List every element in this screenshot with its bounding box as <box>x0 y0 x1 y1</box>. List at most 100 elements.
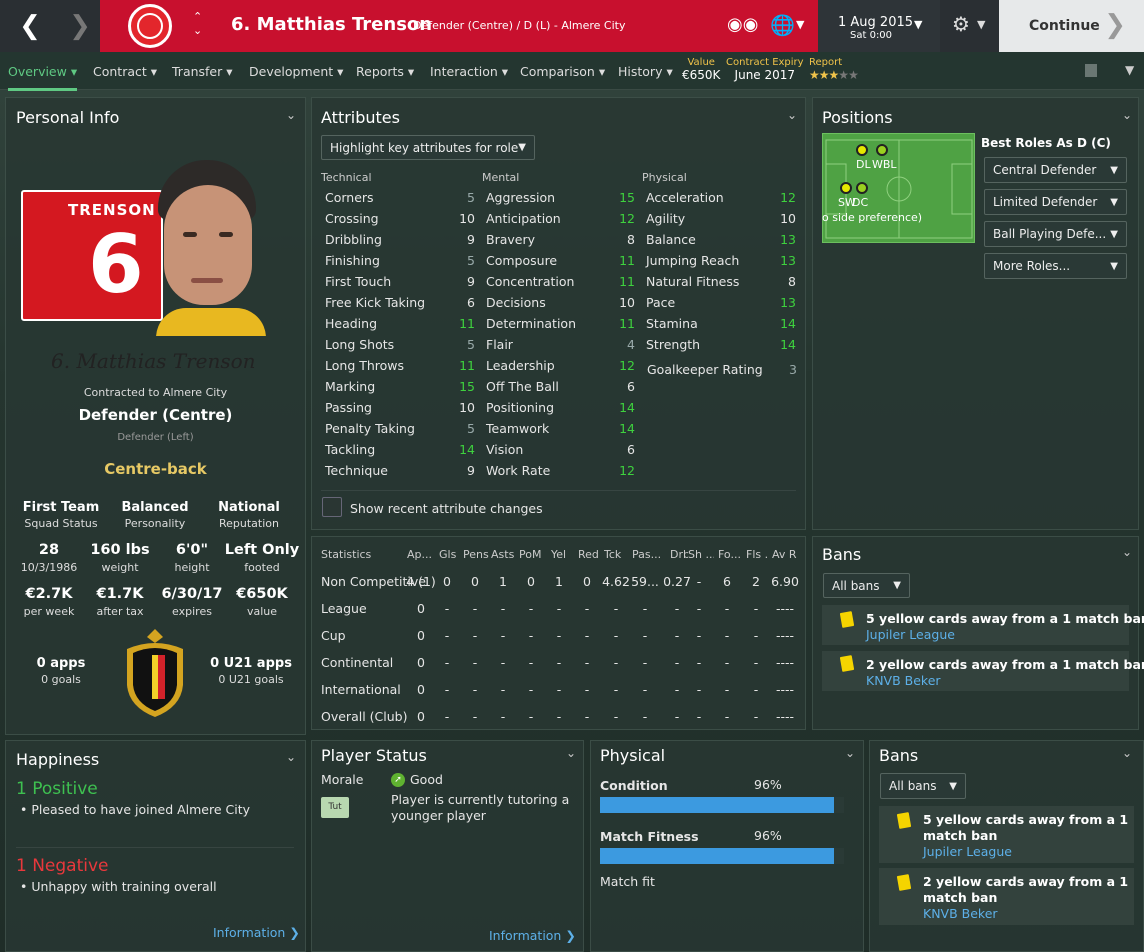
forward-icon[interactable]: ❯ <box>55 0 105 52</box>
negative-item-text: Unhappy with training overall <box>31 879 217 894</box>
yellow-card-icon <box>839 611 855 628</box>
ban-competition-link[interactable]: KNVB Beker <box>923 906 998 921</box>
report-label: Report <box>809 57 843 68</box>
chevron-down-icon[interactable]: ▼ <box>796 18 804 31</box>
club-crest-icon[interactable] <box>128 4 172 48</box>
attribute-name: Natural Fitness <box>646 274 740 289</box>
stat-header: Av R <box>772 548 797 561</box>
bans-filter-dropdown[interactable]: All bans ▼ <box>880 773 966 799</box>
attribute-name: Balance <box>646 232 696 247</box>
back-icon[interactable]: ❮ <box>5 0 55 52</box>
attribute-value: 4 <box>627 337 635 352</box>
stat-cell: 6 <box>723 574 731 589</box>
attribute-name: Flair <box>486 337 513 352</box>
position-dot-dc <box>856 182 868 194</box>
globe-icon[interactable]: 🌐 <box>770 13 795 37</box>
tab-comparison[interactable]: Comparison ▾ <box>520 64 605 79</box>
attribute-value: 11 <box>459 358 475 373</box>
binoculars-icon[interactable]: ◉◉ <box>727 14 758 35</box>
role-dropdown[interactable]: Limited Defender ▼ <box>984 189 1127 215</box>
player-face-image <box>146 160 270 336</box>
chevron-down-icon[interactable]: ⌄ <box>286 750 296 764</box>
role-dropdown[interactable]: Central Defender ▼ <box>984 157 1127 183</box>
chevron-down-icon[interactable]: ⌄ <box>286 108 296 122</box>
tab-reports[interactable]: Reports ▾ <box>356 64 414 79</box>
stat-row-label: Continental <box>321 655 394 670</box>
current-date: 1 Aug 2015 <box>838 15 914 30</box>
tab-transfer[interactable]: Transfer ▾ <box>172 64 233 79</box>
stat-cell: - <box>613 655 619 670</box>
panel-title: Player Status <box>321 746 427 765</box>
attribute-value: 15 <box>619 190 635 205</box>
report-info[interactable]: Report ★★★★★ <box>809 57 859 82</box>
attribute-name: Dribbling <box>325 232 382 247</box>
stat-header: Pens <box>463 548 489 561</box>
stat-header: Drb <box>670 548 688 561</box>
attribute-name: Pace <box>646 295 676 310</box>
highlight-attributes-dropdown[interactable]: Highlight key attributes for role ▼ <box>321 135 535 160</box>
panel-title: Physical <box>600 746 666 765</box>
stat-cell: - <box>642 628 648 643</box>
attribute-name: Teamwork <box>486 421 550 436</box>
chevron-down-icon[interactable]: ▼ <box>1125 63 1134 77</box>
attribute-value: 6 <box>627 379 635 394</box>
chevron-down-icon[interactable]: ⌄ <box>566 746 576 760</box>
gear-icon[interactable]: ⚙ <box>952 12 970 36</box>
ban-competition-link[interactable]: Jupiler League <box>923 844 1012 859</box>
ban-competition-link[interactable]: Jupiler League <box>866 627 955 642</box>
tab-contract[interactable]: Contract ▾ <box>93 64 157 79</box>
position-label-wbl: WBL <box>872 158 897 171</box>
stat-value: €650K <box>236 586 288 602</box>
status-information-link[interactable]: Information ❯ <box>489 928 576 943</box>
stat-label: 0 goals <box>41 673 81 686</box>
tab-overview[interactable]: Overview ▾ <box>8 64 78 91</box>
chevron-down-icon[interactable]: ⌄ <box>1122 545 1132 559</box>
chevron-down-icon[interactable]: ⌄ <box>787 108 797 122</box>
stat-cell: 6.90 <box>771 574 799 589</box>
stat-cell: - <box>724 682 730 697</box>
continue-button[interactable]: Continue ❯ <box>999 0 1144 52</box>
chevron-down-icon[interactable]: ▼ <box>914 18 922 31</box>
tab-development[interactable]: Development ▾ <box>249 64 343 79</box>
position-label-dl: DL <box>856 158 871 171</box>
ban-competition-link[interactable]: KNVB Beker <box>866 673 941 688</box>
ban-text: 2 yellow cards away from a 1 match ban <box>866 657 1144 672</box>
attribute-name: Long Shots <box>325 337 395 352</box>
attribute-name: Technique <box>325 463 388 478</box>
role-label: More Roles... <box>993 259 1071 273</box>
attribute-name: Tackling <box>325 442 376 457</box>
bans-filter-dropdown[interactable]: All bans ▼ <box>823 573 910 598</box>
show-changes-checkbox[interactable] <box>322 497 342 517</box>
tab-label: Contract <box>93 64 147 79</box>
attribute-name: Heading <box>325 316 378 331</box>
chevron-down-icon[interactable]: ▼ <box>977 18 985 31</box>
attribute-value: 6 <box>467 295 475 310</box>
stat-cell: - <box>724 655 730 670</box>
dropdown-label: All bans <box>889 779 937 793</box>
stat-row-label: Cup <box>321 628 346 643</box>
more-roles-dropdown[interactable]: More Roles... ▼ <box>984 253 1127 279</box>
gk-rating-value: 3 <box>789 362 797 377</box>
attribute-value: 10 <box>459 211 475 226</box>
stat-cell: - <box>642 601 648 616</box>
notes-icon[interactable] <box>1085 64 1097 77</box>
attribute-name: Jumping Reach <box>646 253 740 268</box>
dropdown-label: All bans <box>832 578 880 593</box>
attribute-value: 8 <box>788 274 796 289</box>
attribute-value: 14 <box>780 337 796 352</box>
fitness-bar-track <box>600 848 844 864</box>
tab-history[interactable]: History ▾ <box>618 64 673 79</box>
stat-header: Pas... <box>632 548 662 561</box>
role-dropdown[interactable]: Ball Playing Defe... ▼ <box>984 221 1127 247</box>
stat-header: Fls ... <box>746 548 768 561</box>
chevron-down-icon[interactable]: ⌄ <box>845 746 855 760</box>
happiness-information-link[interactable]: Information ❯ <box>213 925 300 940</box>
divider <box>16 847 294 848</box>
condition-label: Condition <box>600 778 668 793</box>
chevron-down-icon[interactable]: ⌄ <box>1122 746 1132 760</box>
stat-cell: - <box>613 682 619 697</box>
prev-next-player-icon[interactable]: ⌃ ⌄ <box>193 10 202 38</box>
chevron-down-icon[interactable]: ⌄ <box>1122 108 1132 122</box>
chevron-down-icon: ▼ <box>1110 260 1118 272</box>
tab-interaction[interactable]: Interaction ▾ <box>430 64 508 79</box>
